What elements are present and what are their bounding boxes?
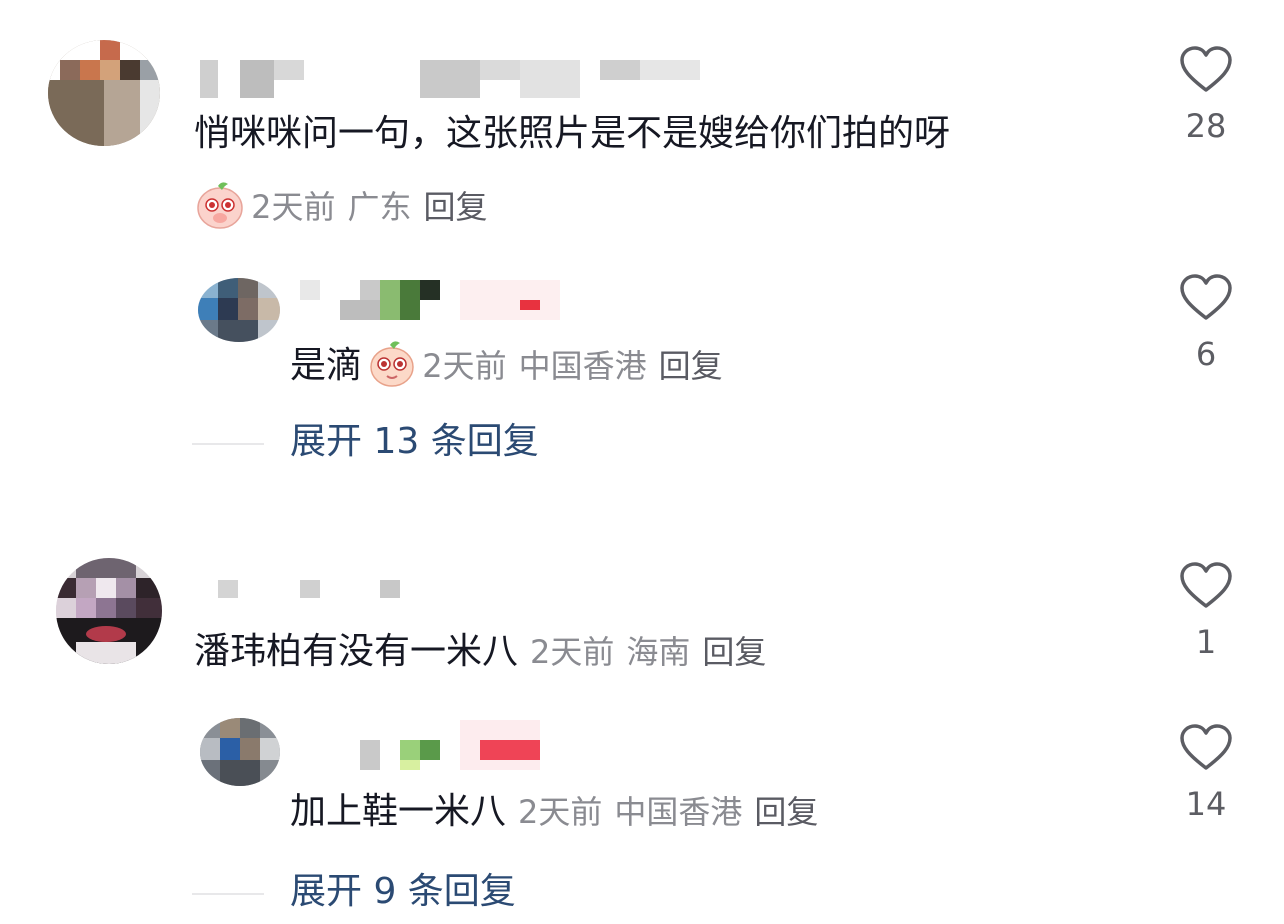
like-count: 1 bbox=[1195, 623, 1217, 661]
expand-divider bbox=[192, 443, 264, 445]
expand-divider bbox=[192, 893, 264, 895]
reply-button[interactable]: 回复 bbox=[659, 347, 723, 385]
comment-text: 潘玮柏有没有一米八 bbox=[194, 631, 519, 672]
expand-replies-button[interactable]: 展开 9 条回复 bbox=[290, 870, 516, 914]
comment-line: 潘玮柏有没有一米八 2天前 海南 回复 bbox=[194, 628, 766, 676]
comment-time: 2天前 bbox=[251, 188, 336, 226]
avatar[interactable] bbox=[48, 40, 160, 146]
peach-sticker-emoji bbox=[367, 338, 417, 407]
username-censored[interactable] bbox=[300, 280, 560, 320]
avatar[interactable] bbox=[200, 718, 280, 786]
like-button[interactable]: 14 bbox=[1174, 724, 1238, 824]
comment-time: 2天前 bbox=[530, 633, 615, 671]
comment-region: 广东 bbox=[347, 188, 412, 226]
comment-region: 海南 bbox=[626, 633, 691, 671]
heart-outline-icon bbox=[1180, 274, 1232, 320]
shy-sticker-emoji bbox=[194, 178, 246, 249]
reply-time: 2天前 bbox=[518, 793, 603, 831]
reply-line: 加上鞋一米八 2天前 中国香港 回复 bbox=[290, 788, 818, 836]
reply-button[interactable]: 回复 bbox=[702, 633, 766, 671]
heart-outline-icon bbox=[1180, 562, 1232, 608]
reply-button[interactable]: 回复 bbox=[423, 188, 487, 226]
username-censored[interactable] bbox=[200, 60, 700, 100]
like-button[interactable]: 1 bbox=[1174, 562, 1238, 662]
like-button[interactable]: 6 bbox=[1174, 274, 1238, 374]
comment-meta: 2天前 广东 回复 bbox=[194, 178, 488, 229]
avatar[interactable] bbox=[56, 558, 162, 664]
comment-text: 悄咪咪问一句，这张照片是不是嫂给你们拍的呀 bbox=[194, 113, 951, 154]
heart-outline-icon bbox=[1180, 724, 1232, 770]
reply-time: 2天前 bbox=[422, 347, 507, 385]
reply-region: 中国香港 bbox=[518, 347, 647, 385]
reply-region: 中国香港 bbox=[614, 793, 743, 831]
like-count: 28 bbox=[1185, 107, 1227, 145]
reply-button[interactable]: 回复 bbox=[754, 793, 818, 831]
reply-text: 是滴 bbox=[290, 345, 363, 386]
reply-text: 加上鞋一米八 bbox=[290, 791, 507, 832]
username-censored[interactable] bbox=[360, 720, 560, 770]
like-button[interactable]: 28 bbox=[1174, 46, 1238, 146]
reply-line: 是滴 2天前 中国香港 回复 bbox=[290, 338, 723, 387]
heart-outline-icon bbox=[1180, 46, 1232, 92]
username-censored[interactable] bbox=[218, 580, 418, 600]
avatar[interactable] bbox=[198, 278, 280, 342]
like-count: 6 bbox=[1195, 335, 1217, 373]
expand-replies-button[interactable]: 展开 13 条回复 bbox=[290, 420, 539, 464]
like-count: 14 bbox=[1185, 785, 1227, 823]
